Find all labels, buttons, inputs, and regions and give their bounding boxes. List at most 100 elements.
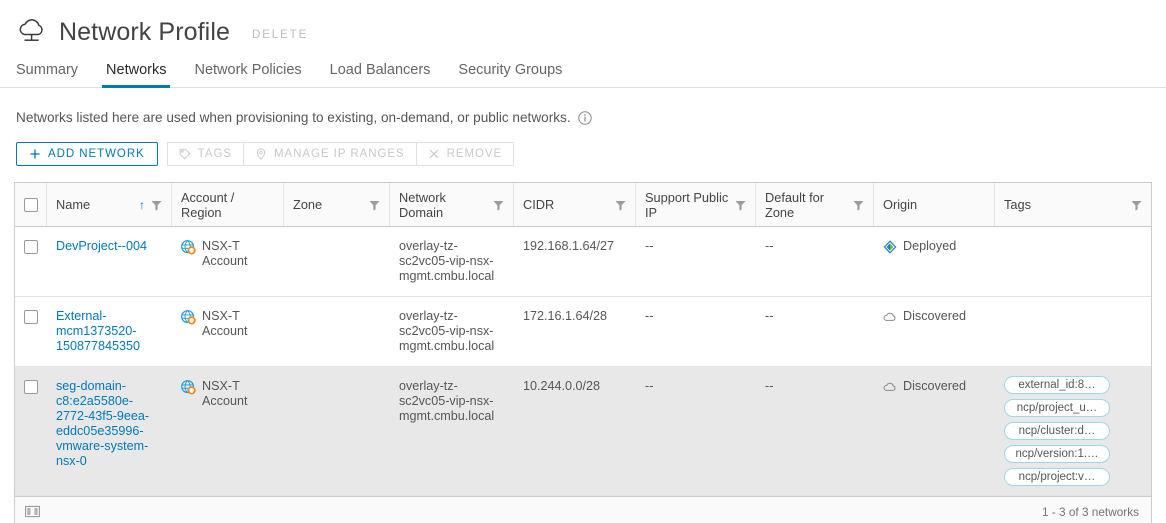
cell-support-public-ip: -- [645,309,654,323]
table-row[interactable]: External-mcm1373520-150877845350 NSX-T A… [15,297,1151,367]
add-network-label: ADD NETWORK [48,148,145,160]
account-name: NSX-T Account [202,239,248,268]
column-label-zone: Zone [293,197,323,212]
deployed-diamond-icon [883,239,897,254]
network-name-link[interactable]: DevProject--004 [56,239,147,253]
column-header-account-region[interactable]: Account / Region [172,183,284,226]
column-header-tags[interactable]: Tags [995,183,1151,226]
cell-default-for-zone: -- [765,379,774,393]
nsx-account-icon [181,240,196,255]
datagrid-footer: 1 - 3 of 3 networks [15,496,1151,523]
nsx-account-icon [181,310,196,325]
tag-chip[interactable]: ncp/project:v… [1004,468,1110,486]
remove-button[interactable]: REMOVE [416,142,515,166]
cell-tags [995,297,1151,366]
cell-name: seg-domain-c8:e2a5580e-2772-43f5-9eea-ed… [47,367,172,495]
column-header-default-for-zone[interactable]: Default for Zone [756,183,874,226]
column-header-support-public-ip[interactable]: Support Public IP [636,183,756,226]
column-label-account-region: Account / Region [181,189,235,220]
row-select-cell [15,227,47,296]
row-checkbox[interactable] [24,310,38,324]
column-header-name[interactable]: Name ↑ [47,183,172,226]
origin-label: Deployed [903,239,957,253]
column-label-tags: Tags [1004,197,1032,212]
filter-icon[interactable] [615,199,626,211]
cell-cidr: 172.16.1.64/28 [523,309,608,323]
cell-network-domain: overlay-tz-sc2vc05-vip-nsx-mgmt.cmbu.loc… [399,239,495,283]
cell-cidr: 192.168.1.64/27 [523,239,615,253]
cell-network-domain: overlay-tz-sc2vc05-vip-nsx-mgmt.cmbu.loc… [399,309,495,353]
column-header-network-domain[interactable]: Network Domain [390,183,514,226]
manage-ip-ranges-button[interactable]: MANAGE IP RANGES [243,142,417,166]
account-name: NSX-T Account [202,379,248,408]
tag-chip[interactable]: ncp/project_u… [1004,399,1110,417]
tags-button[interactable]: TAGS [166,142,244,166]
tab-bar: Summary Networks Network Policies Load B… [0,54,1166,88]
table-row[interactable]: seg-domain-c8:e2a5580e-2772-43f5-9eea-ed… [15,367,1151,496]
filter-icon[interactable] [151,199,162,211]
delete-button[interactable]: DELETE [252,23,308,41]
discovered-cloud-icon [883,380,897,394]
tag-icon [179,148,191,160]
select-all-checkbox[interactable] [23,197,38,212]
tag-chip[interactable]: external_id:8… [1004,376,1110,394]
column-label-cidr: CIDR [523,197,555,212]
column-header-zone[interactable]: Zone [284,183,390,226]
cell-account-region: NSX-T Account [172,297,284,366]
table-row[interactable]: DevProject--004 NSX-T Account overlay-tz… [15,227,1151,297]
manage-ip-ranges-label: MANAGE IP RANGES [273,148,405,160]
grid-toolbar: ADD NETWORK TAGS MANAGE IP RANGES REMOVE [0,125,1166,166]
name-header-controls: ↑ [139,199,162,211]
page-header: Network Profile DELETE [0,0,1166,50]
account-name: NSX-T Account [202,309,248,338]
tab-networks[interactable]: Networks [92,62,180,88]
filter-icon[interactable] [1131,199,1142,211]
cell-network-domain: overlay-tz-sc2vc05-vip-nsx-mgmt.cmbu.loc… [399,379,495,423]
cell-name: External-mcm1373520-150877845350 [47,297,172,366]
tab-security-groups[interactable]: Security Groups [444,62,576,87]
cell-tags [995,227,1151,296]
column-label-support-public-ip: Support Public IP [645,189,729,220]
column-layout-icon[interactable] [25,504,40,519]
row-select-cell [15,367,47,495]
nsx-account-icon [181,380,196,395]
description-row: Networks listed here are used when provi… [0,88,1166,125]
row-checkbox[interactable] [24,380,38,394]
cell-account-region: NSX-T Account [172,227,284,296]
filter-icon[interactable] [853,199,864,211]
column-label-network-domain: Network Domain [399,189,446,220]
cloud-network-icon [16,17,50,47]
column-label-default-for-zone: Default for Zone [765,189,825,220]
cell-zone [284,227,390,296]
row-checkbox[interactable] [24,240,38,254]
cell-default-for-zone: -- [765,309,774,323]
remove-label: REMOVE [446,148,503,160]
cell-default-for-zone: -- [765,239,774,253]
tab-summary[interactable]: Summary [16,62,92,87]
row-select-cell [15,297,47,366]
pin-icon [255,148,267,160]
add-network-button[interactable]: ADD NETWORK [16,142,158,166]
tag-chip[interactable]: ncp/version:1.… [1004,445,1110,463]
secondary-actions: TAGS MANAGE IP RANGES REMOVE [166,142,515,166]
discovered-cloud-icon [883,310,897,324]
column-header-origin[interactable]: Origin [874,183,995,226]
sort-ascending-icon[interactable]: ↑ [139,199,145,211]
info-circle-icon[interactable] [577,111,592,125]
networks-datagrid: Name ↑ Account / Region Zone Network Dom… [14,182,1152,523]
cell-tags: external_id:8… ncp/project_u… ncp/cluste… [995,367,1151,495]
tab-load-balancers[interactable]: Load Balancers [316,62,445,87]
filter-icon[interactable] [369,199,380,211]
network-name-link[interactable]: External-mcm1373520-150877845350 [56,309,140,353]
network-profile-page: Network Profile DELETE Summary Networks … [0,0,1166,523]
tab-network-policies[interactable]: Network Policies [180,62,315,87]
cell-support-public-ip: -- [645,239,654,253]
network-name-link[interactable]: seg-domain-c8:e2a5580e-2772-43f5-9eea-ed… [56,379,149,468]
page-title: Network Profile [59,17,230,46]
description-text: Networks listed here are used when provi… [16,110,571,125]
cell-zone [284,367,390,495]
filter-icon[interactable] [493,199,504,211]
column-header-cidr[interactable]: CIDR [514,183,636,226]
tag-chip[interactable]: ncp/cluster:d… [1004,422,1110,440]
filter-icon[interactable] [735,199,746,211]
